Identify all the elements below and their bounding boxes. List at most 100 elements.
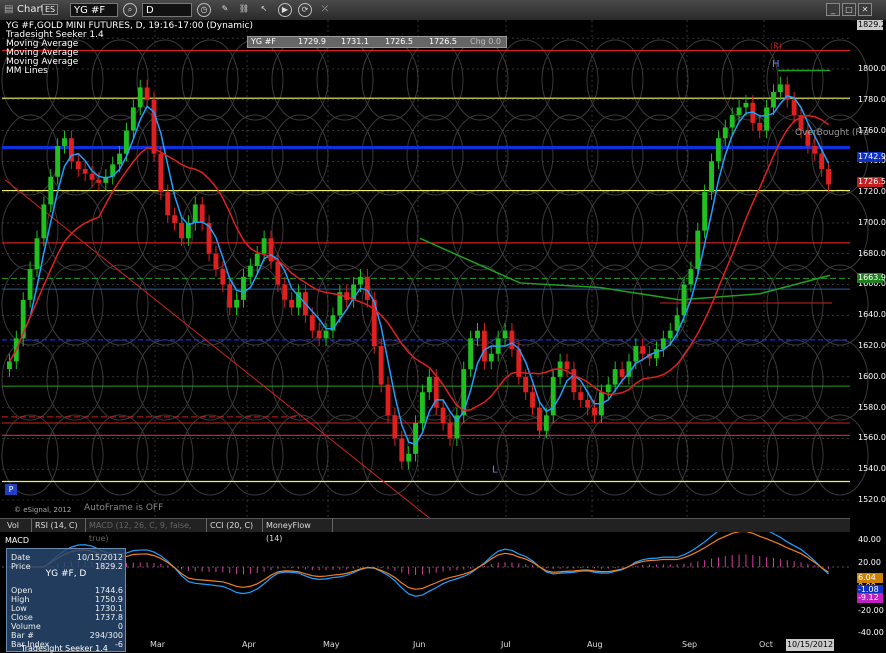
candle-body	[426, 376, 432, 393]
time-axis-label: May	[323, 640, 340, 649]
study-tab[interactable]: RSI (14, C)	[32, 519, 86, 532]
quote-open: 1729.9	[298, 37, 326, 46]
chart-icon: ▤	[4, 4, 14, 15]
candle-body	[241, 276, 246, 300]
candle-body	[413, 423, 418, 454]
candle-body	[192, 204, 198, 223]
info-key: Date	[11, 553, 31, 562]
price-axis-badge: 1742.9	[857, 151, 886, 162]
quote-symbol: YG #F	[251, 37, 276, 46]
price-axis-label: 1640.0	[858, 310, 886, 320]
candle-body	[585, 399, 591, 408]
macd-axis-label: -40.00	[858, 628, 884, 637]
candle-body	[702, 192, 708, 231]
macd-axis-label: 20.00	[858, 558, 881, 567]
study-tab[interactable]: Vol	[4, 519, 32, 532]
price-axis-label: 1829.2	[857, 20, 886, 30]
candle-body	[523, 376, 529, 393]
info-value: 1737.8	[95, 613, 123, 622]
high-marker: H	[772, 59, 780, 70]
candle-body	[722, 127, 728, 139]
info-panel-row: Volume 0	[11, 622, 123, 631]
candle-body	[364, 276, 370, 300]
price-axis-label: 1580.0	[858, 402, 886, 412]
play-icon[interactable]: ▶	[278, 3, 292, 17]
interval-input[interactable]: D	[142, 3, 192, 17]
search-icon[interactable]: ⌕	[123, 3, 137, 17]
candle-body	[715, 138, 721, 162]
quote-low: 1726.5	[385, 37, 413, 46]
quote-change: Chg 0.0	[470, 37, 501, 46]
candle-body	[34, 238, 40, 270]
unlink-icon[interactable]: ⤫	[318, 3, 332, 17]
info-value: 10/15/2012	[76, 553, 123, 562]
price-axis-label: 1540.0	[858, 464, 886, 474]
pencil-icon[interactable]: ✎	[218, 3, 232, 17]
candle-body	[743, 102, 749, 108]
candle-body	[543, 415, 549, 431]
candle-body	[757, 122, 763, 131]
candle-body	[709, 161, 714, 193]
candle-body	[378, 346, 384, 385]
info-value: 0	[117, 622, 123, 631]
symbol-input[interactable]: YG #F	[70, 3, 118, 17]
close-icon[interactable]: ✕	[858, 3, 872, 16]
info-panel-row: Low 1730.1	[11, 604, 123, 613]
candle-body	[605, 384, 611, 393]
es-badge[interactable]: ES	[42, 4, 59, 15]
price-axis-label: 1620.0	[858, 341, 886, 351]
candle-body	[619, 369, 625, 377]
candle-body	[406, 453, 412, 462]
candle-body	[550, 376, 556, 416]
info-value: -6	[115, 640, 123, 649]
info-key: Bar #	[11, 631, 34, 640]
candle-body	[667, 330, 673, 339]
maximize-icon[interactable]: □	[842, 3, 856, 16]
time-axis-label: Oct	[759, 640, 773, 649]
candle-body	[502, 330, 508, 339]
price-axis-label: 1560.0	[858, 433, 886, 443]
candle-body	[130, 107, 136, 131]
price-axis-label: 1520.0	[858, 495, 886, 504]
price-chart[interactable]: (R)HLOverBought (Fra	[0, 20, 886, 652]
study-tab[interactable]: MACD (12, 26, C, 9, false, true)	[86, 519, 207, 543]
candle-body	[316, 330, 322, 339]
candle-body	[592, 407, 597, 416]
candle-body	[137, 87, 143, 108]
info-key: Price	[11, 562, 31, 571]
quote-bar: YG #F 1729.9 1731.1 1726.5 1726.5 Chg 0.…	[247, 36, 507, 48]
candle-body	[509, 330, 515, 350]
study-tab[interactable]: CCI (20, C)	[207, 519, 263, 532]
info-key: Close	[11, 613, 33, 622]
candle-body	[27, 269, 33, 300]
candle-body	[468, 338, 474, 370]
candle-body	[55, 145, 61, 177]
price-axis-label: 1600.0	[858, 371, 886, 381]
candle-body	[537, 407, 542, 431]
study-tab[interactable]: MoneyFlow (14)	[263, 519, 333, 543]
candle-body	[488, 353, 494, 362]
p-button[interactable]: P	[5, 484, 17, 495]
candle-body	[385, 384, 391, 416]
info-key: Open	[11, 586, 33, 595]
minimize-icon[interactable]: _	[826, 3, 840, 16]
candle-body	[247, 266, 253, 277]
link-icon[interactable]: ⛓	[237, 3, 251, 17]
sync-icon[interactable]: ⟳	[298, 3, 312, 17]
cursor-icon[interactable]: ↖	[257, 3, 271, 17]
time-axis-label: Aug	[587, 640, 603, 649]
candle-body	[261, 238, 267, 254]
candle-body	[48, 176, 54, 205]
candle-body	[165, 192, 171, 216]
candle-body	[254, 253, 260, 267]
candle-body	[144, 87, 150, 100]
clock-icon[interactable]: ◷	[197, 3, 211, 17]
info-key: Volume	[11, 622, 41, 631]
macd-pane-bg	[2, 532, 850, 652]
macd-title: MACD	[5, 536, 29, 545]
time-axis-label: Sep	[682, 640, 698, 649]
price-axis-badge: 1726.5	[857, 177, 886, 188]
candle-body	[688, 269, 694, 285]
candle-body	[151, 99, 157, 154]
candle-body	[571, 369, 577, 393]
